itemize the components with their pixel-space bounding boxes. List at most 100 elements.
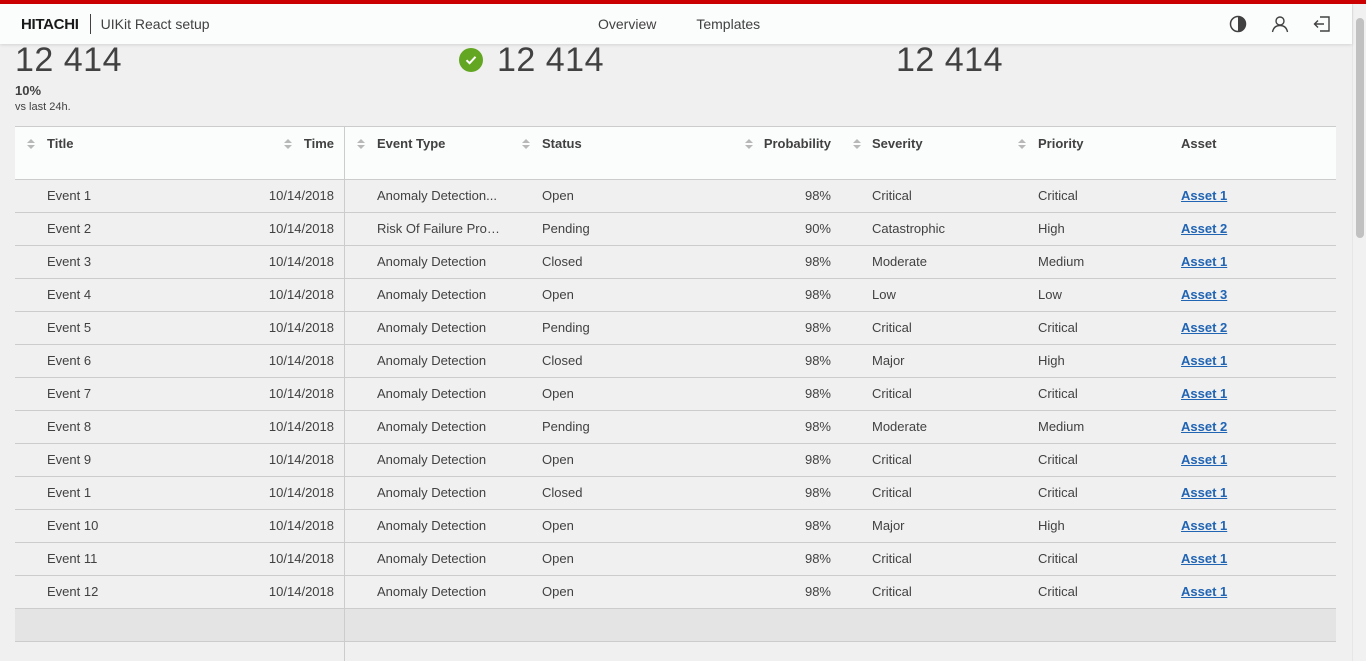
cell-title: Event 2 — [47, 221, 92, 236]
kpi-value: 12 414 — [497, 41, 604, 79]
cell-title: Event 1 — [47, 188, 92, 203]
cell-probability: 98% — [804, 485, 831, 500]
logout-button[interactable] — [1306, 8, 1338, 40]
table-row[interactable]: Event 5 10/14/2018 Anomaly Detection Pendin… — [15, 312, 1336, 345]
column-header-time[interactable]: Time — [285, 127, 334, 179]
cell-asset: Asset 2 — [1181, 312, 1301, 344]
column-header-severity[interactable]: Severity — [872, 127, 923, 179]
cell-status: Open — [542, 518, 574, 533]
cell-severity: Major — [872, 518, 905, 533]
asset-link[interactable]: Asset 2 — [1181, 419, 1227, 434]
asset-link[interactable]: Asset 1 — [1181, 254, 1227, 269]
kpi-value: 12 414 — [896, 41, 1003, 79]
user-profile-button[interactable] — [1264, 8, 1296, 40]
cell-asset: Asset 1 — [1181, 477, 1301, 509]
sort-icon[interactable] — [744, 138, 754, 150]
cell-priority: Critical — [1038, 320, 1078, 335]
cell-severity: Critical — [872, 452, 912, 467]
asset-link[interactable]: Asset 1 — [1181, 485, 1227, 500]
cell-time: 10/14/2018 — [268, 452, 334, 467]
cell-status: Open — [542, 551, 574, 566]
table-header: Title Time Event Type Status Probability… — [15, 126, 1336, 180]
asset-link[interactable]: Asset 1 — [1181, 551, 1227, 566]
table-row[interactable]: Event 12 10/14/2018 Anomaly Detection Open 9… — [15, 576, 1336, 609]
cell-time: 10/14/2018 — [268, 320, 334, 335]
sort-icon[interactable] — [521, 138, 531, 150]
cell-priority: High — [1038, 518, 1065, 533]
asset-link[interactable]: Asset 3 — [1181, 287, 1227, 302]
column-header-status[interactable]: Status — [542, 127, 582, 179]
asset-link[interactable]: Asset 2 — [1181, 320, 1227, 335]
cell-priority: Medium — [1038, 254, 1085, 269]
app-name: UIKit React setup — [100, 16, 210, 32]
table-row[interactable]: Event 1 10/14/2018 Anomaly Detection Closed… — [15, 477, 1336, 510]
asset-link[interactable]: Asset 1 — [1181, 518, 1227, 533]
column-header-priority[interactable]: Priority — [1038, 127, 1084, 179]
cell-status: Closed — [542, 254, 583, 269]
cell-probability: 98% — [804, 254, 831, 269]
table-row[interactable]: Event 10 10/14/2018 Anomaly Detection Open 9… — [15, 510, 1336, 543]
cell-severity: Moderate — [872, 419, 927, 434]
cell-asset: Asset 1 — [1181, 510, 1301, 542]
cell-event-type: Anomaly Detection — [377, 419, 487, 434]
table-row[interactable]: Event 7 10/14/2018 Anomaly Detection Open 98… — [15, 378, 1336, 411]
table-row[interactable]: Event 4 10/14/2018 Anomaly Detection Open 98… — [15, 279, 1336, 312]
sort-icon[interactable] — [852, 138, 862, 150]
cell-severity: Critical — [872, 485, 912, 500]
cell-priority: High — [1038, 353, 1065, 368]
cell-event-type: Anomaly Detection — [377, 485, 487, 500]
cell-title: Event 3 — [47, 254, 92, 269]
table-row[interactable]: Event 2 10/14/2018 Risk Of Failure Prof...… — [15, 213, 1336, 246]
page-scrollbar[interactable] — [1352, 4, 1366, 661]
table-row[interactable]: Event 11 10/14/2018 Anomaly Detection Open 9… — [15, 543, 1336, 576]
cell-status: Pending — [542, 221, 590, 236]
cell-status: Open — [542, 287, 574, 302]
nav-item-overview[interactable]: Overview — [578, 16, 676, 32]
table-row[interactable]: Event 3 10/14/2018 Anomaly Detection Closed… — [15, 246, 1336, 279]
cell-time: 10/14/2018 — [268, 386, 334, 401]
hitachi-logo[interactable]: HITACHI — [21, 16, 79, 33]
column-header-title[interactable]: Title — [47, 127, 74, 179]
column-header-event-type[interactable]: Event Type — [377, 127, 445, 179]
cell-severity: Catastrophic — [872, 221, 945, 236]
kpi-subtitle: vs last 24h. — [15, 101, 71, 113]
cell-event-type: Anomaly Detection... — [377, 188, 497, 203]
sort-icon[interactable] — [356, 138, 366, 150]
asset-link[interactable]: Asset 1 — [1181, 188, 1227, 203]
cell-status: Closed — [542, 485, 583, 500]
cell-status: Open — [542, 386, 574, 401]
asset-link[interactable]: Asset 2 — [1181, 221, 1227, 236]
cell-severity: Major — [872, 353, 905, 368]
cell-severity: Critical — [872, 551, 912, 566]
events-table: Title Time Event Type Status Probability… — [15, 126, 1336, 661]
cell-asset: Asset 1 — [1181, 543, 1301, 575]
table-row[interactable]: Event 6 10/14/2018 Anomaly Detection Closed… — [15, 345, 1336, 378]
cell-event-type: Anomaly Detection — [377, 584, 487, 599]
logout-icon — [1313, 16, 1330, 32]
cell-asset: Asset 1 — [1181, 444, 1301, 476]
theme-toggle-button[interactable] — [1222, 8, 1254, 40]
sort-icon[interactable] — [1017, 138, 1027, 150]
cell-asset: Asset 1 — [1181, 345, 1301, 377]
cell-time: 10/14/2018 — [268, 287, 334, 302]
cell-time: 10/14/2018 — [268, 485, 334, 500]
scrollbar-thumb[interactable] — [1356, 18, 1364, 238]
theme-icon — [1229, 15, 1247, 33]
cell-title: Event 12 — [47, 584, 99, 599]
nav-item-templates[interactable]: Templates — [676, 16, 780, 32]
sort-icon[interactable] — [26, 138, 36, 150]
cell-probability: 98% — [804, 518, 831, 533]
cell-priority: Medium — [1038, 419, 1085, 434]
asset-link[interactable]: Asset 1 — [1181, 452, 1227, 467]
asset-link[interactable]: Asset 1 — [1181, 353, 1227, 368]
table-row[interactable]: Event 8 10/14/2018 Anomaly Detection Pendin… — [15, 411, 1336, 444]
table-row-empty — [15, 609, 1336, 642]
column-header-probability[interactable]: Probability — [755, 127, 831, 179]
cell-title: Event 1 — [47, 485, 92, 500]
table-body: Event 1 10/14/2018 Anomaly Detection... Ope… — [15, 180, 1336, 609]
asset-link[interactable]: Asset 1 — [1181, 386, 1227, 401]
table-row[interactable]: Event 1 10/14/2018 Anomaly Detection... Ope… — [15, 180, 1336, 213]
table-row[interactable]: Event 9 10/14/2018 Anomaly Detection Open 98… — [15, 444, 1336, 477]
asset-link[interactable]: Asset 1 — [1181, 584, 1227, 599]
cell-status: Open — [542, 188, 574, 203]
